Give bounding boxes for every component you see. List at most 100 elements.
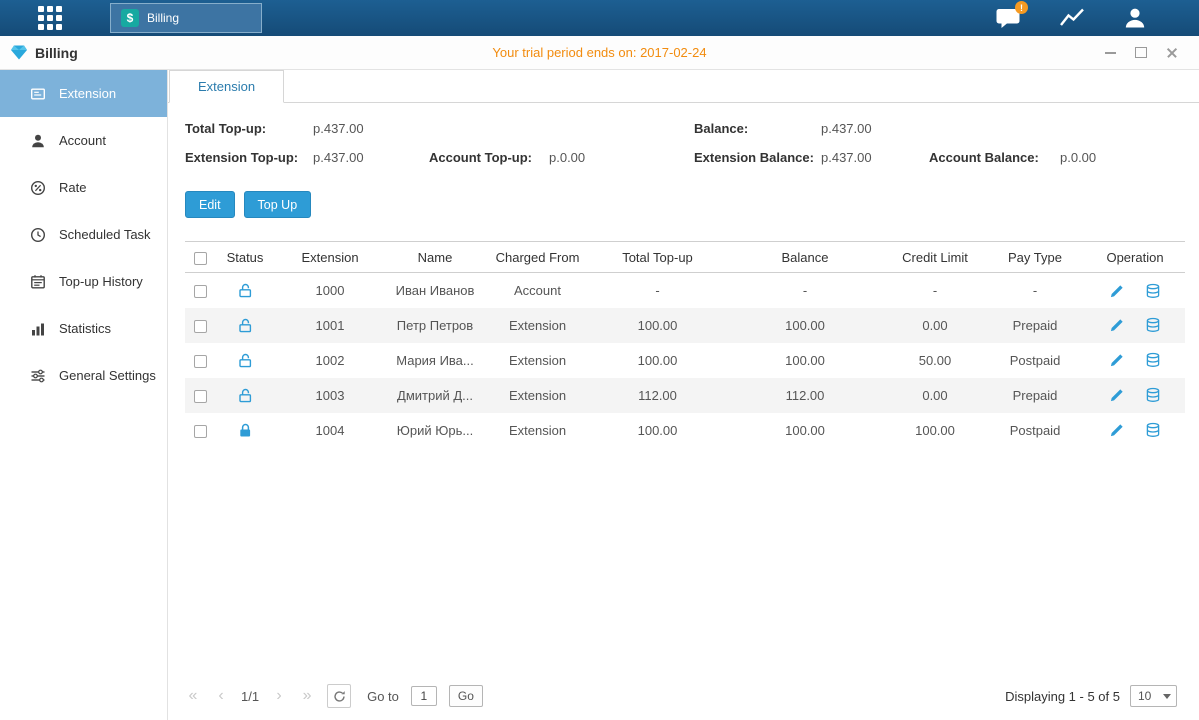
top-up-button[interactable]: Top Up: [244, 191, 312, 218]
edit-pencil-icon[interactable]: [1109, 422, 1125, 438]
goto-page-input[interactable]: [411, 686, 437, 706]
go-button[interactable]: Go: [449, 685, 483, 707]
col-header-extension: Extension: [275, 242, 385, 273]
sidebar-item-label: Statistics: [59, 321, 111, 336]
row-checkbox[interactable]: [194, 355, 207, 368]
table-row[interactable]: 1004 Юрий Юрь... Extension 100.00 100.00…: [185, 413, 1185, 448]
trial-notice: Your trial period ends on: 2017-02-24: [0, 45, 1199, 60]
next-page-button[interactable]: [271, 685, 287, 707]
status-unlocked-icon[interactable]: [238, 388, 253, 403]
topup-coins-icon[interactable]: [1145, 317, 1161, 333]
tab-extension[interactable]: Extension: [169, 70, 284, 103]
page-size-value: 10: [1138, 689, 1151, 703]
sidebar-item-statistics[interactable]: Statistics: [0, 305, 167, 352]
summary-value: p.437.00: [821, 121, 872, 136]
edit-pencil-icon[interactable]: [1109, 352, 1125, 368]
page-indicator: 1/1: [241, 689, 259, 704]
refresh-button[interactable]: [327, 684, 351, 708]
cell-name: Мария Ива...: [385, 343, 485, 378]
first-page-button[interactable]: [185, 685, 201, 707]
window-title: Billing: [35, 45, 78, 61]
sidebar-item-extension[interactable]: Extension: [0, 70, 167, 117]
cell-extension: 1004: [275, 413, 385, 448]
edit-button[interactable]: Edit: [185, 191, 235, 218]
cell-charged-from: Extension: [485, 413, 590, 448]
summary-value: p.0.00: [549, 150, 694, 165]
col-header-pay-type: Pay Type: [985, 242, 1085, 273]
app-grid-icon[interactable]: [38, 6, 62, 30]
billing-gem-icon: [10, 44, 28, 61]
taskbar-item-billing[interactable]: Billing: [110, 3, 262, 33]
sidebar-item-general-settings[interactable]: General Settings: [0, 352, 167, 399]
summary-label: Total Top-up:: [185, 121, 313, 136]
window-controls: [1103, 46, 1189, 60]
table-row[interactable]: 1000 Иван Иванов Account - - - -: [185, 273, 1185, 308]
caret-down-icon: [1163, 694, 1171, 699]
cell-credit-limit: 0.00: [885, 308, 985, 343]
cell-name: Петр Петров: [385, 308, 485, 343]
sidebar-item-account[interactable]: Account: [0, 117, 167, 164]
sidebar-item-topup-history[interactable]: Top-up History: [0, 258, 167, 305]
edit-pencil-icon[interactable]: [1109, 317, 1125, 333]
cell-extension: 1000: [275, 273, 385, 308]
topup-coins-icon[interactable]: [1145, 352, 1161, 368]
close-button[interactable]: [1165, 46, 1179, 60]
topup-coins-icon[interactable]: [1145, 283, 1161, 299]
select-all-checkbox[interactable]: [194, 252, 207, 265]
row-checkbox[interactable]: [194, 390, 207, 403]
row-checkbox[interactable]: [194, 425, 207, 438]
sidebar-item-label: Rate: [59, 180, 86, 195]
cell-charged-from: Account: [485, 273, 590, 308]
summary-label: Account Top-up:: [429, 150, 549, 165]
summary-label: Balance:: [694, 121, 821, 136]
sliders-icon: [30, 368, 46, 384]
summary-value: p.437.00: [821, 150, 929, 165]
user-icon: [1123, 6, 1147, 30]
summary-label: Extension Top-up:: [185, 150, 313, 165]
edit-pencil-icon[interactable]: [1109, 283, 1125, 299]
cell-balance: 100.00: [725, 308, 885, 343]
sidebar-item-scheduled-task[interactable]: Scheduled Task: [0, 211, 167, 258]
reports-button[interactable]: [1059, 6, 1085, 30]
cell-credit-limit: 0.00: [885, 378, 985, 413]
person-icon: [30, 133, 46, 149]
table-row[interactable]: 1001 Петр Петров Extension 100.00 100.00…: [185, 308, 1185, 343]
last-page-button[interactable]: [299, 685, 315, 707]
cell-total-topup: 112.00: [590, 378, 725, 413]
cell-total-topup: 100.00: [590, 343, 725, 378]
topbar: Billing !: [0, 0, 1199, 36]
topbar-icons: !: [995, 6, 1199, 30]
cell-extension: 1001: [275, 308, 385, 343]
cell-charged-from: Extension: [485, 308, 590, 343]
minimize-button[interactable]: [1103, 46, 1117, 60]
notification-badge: !: [1015, 1, 1028, 14]
table-row[interactable]: 1003 Дмитрий Д... Extension 112.00 112.0…: [185, 378, 1185, 413]
sidebar-item-label: Extension: [59, 86, 116, 101]
cell-total-topup: 100.00: [590, 413, 725, 448]
status-unlocked-icon[interactable]: [238, 283, 253, 298]
col-header-name: Name: [385, 242, 485, 273]
col-header-credit-limit: Credit Limit: [885, 242, 985, 273]
sidebar: Extension Account Rate Scheduled Task To…: [0, 70, 168, 720]
taskbar-item-label: Billing: [147, 11, 179, 25]
status-unlocked-icon[interactable]: [238, 353, 253, 368]
account-button[interactable]: [1123, 6, 1147, 30]
maximize-button[interactable]: [1134, 46, 1148, 60]
row-checkbox[interactable]: [194, 320, 207, 333]
sidebar-item-rate[interactable]: Rate: [0, 164, 167, 211]
action-buttons: Edit Top Up: [185, 191, 1185, 218]
notifications-button[interactable]: !: [995, 6, 1021, 30]
status-unlocked-icon[interactable]: [238, 318, 253, 333]
summary-value: p.437.00: [313, 150, 429, 165]
topup-coins-icon[interactable]: [1145, 387, 1161, 403]
prev-page-button[interactable]: [213, 685, 229, 707]
row-checkbox[interactable]: [194, 285, 207, 298]
summary-value: p.0.00: [1060, 150, 1096, 165]
col-header-operation: Operation: [1085, 242, 1185, 273]
page-size-select[interactable]: 10: [1130, 685, 1177, 707]
status-locked-icon[interactable]: [238, 423, 253, 438]
topup-coins-icon[interactable]: [1145, 422, 1161, 438]
edit-pencil-icon[interactable]: [1109, 387, 1125, 403]
cell-total-topup: -: [590, 273, 725, 308]
table-row[interactable]: 1002 Мария Ива... Extension 100.00 100.0…: [185, 343, 1185, 378]
